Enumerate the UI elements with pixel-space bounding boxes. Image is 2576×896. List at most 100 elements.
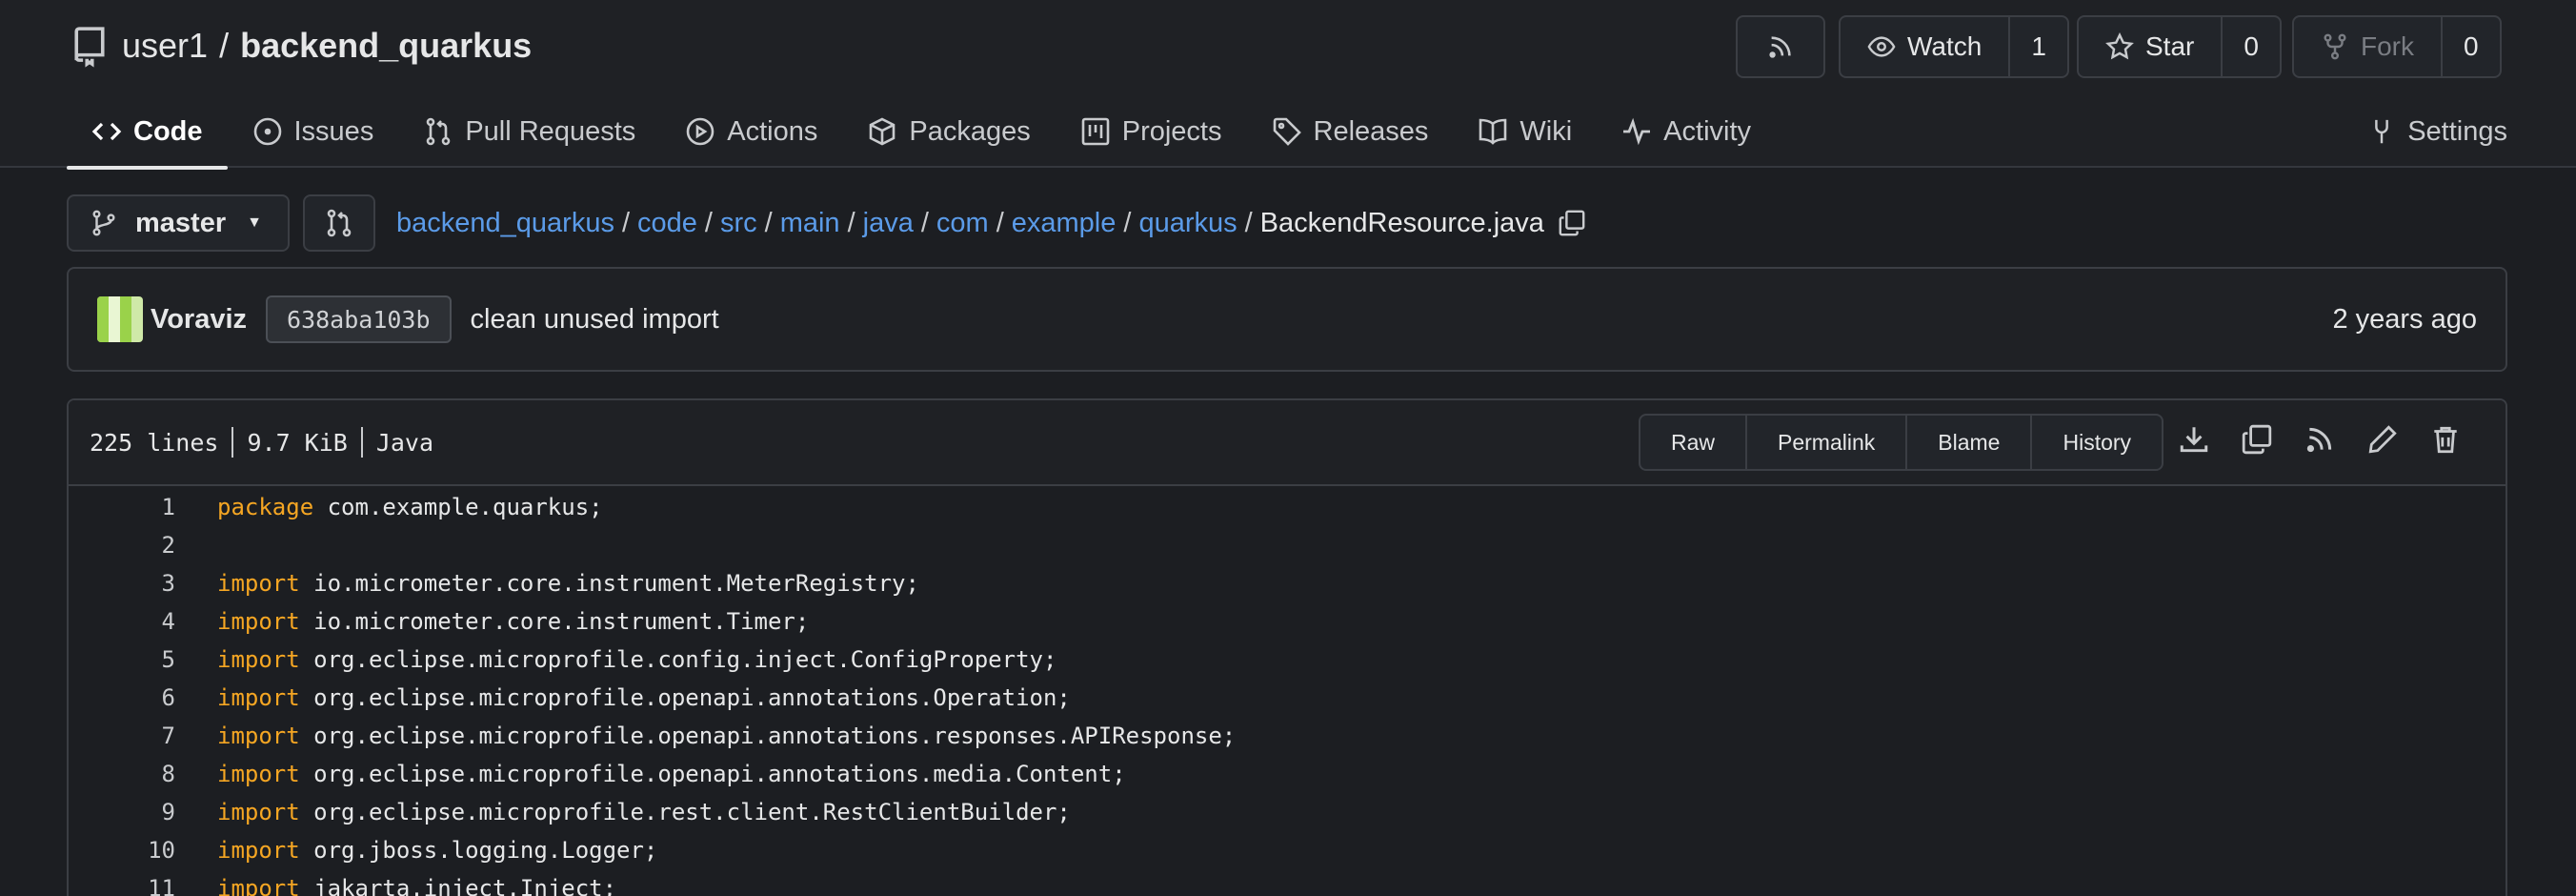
- tab-issues[interactable]: Issues: [228, 95, 399, 168]
- code-rest: org.eclipse.microprofile.openapi.annotat…: [299, 761, 1126, 787]
- line-number[interactable]: 1: [69, 494, 175, 520]
- play-icon: [686, 117, 714, 146]
- code-keyword: import: [217, 761, 300, 787]
- raw-button[interactable]: Raw: [1640, 416, 1745, 469]
- tab-settings[interactable]: Settings: [2367, 95, 2507, 168]
- watch-count[interactable]: 1: [2031, 31, 2046, 62]
- tab-actions[interactable]: Actions: [660, 95, 842, 168]
- copy-icon[interactable]: [2241, 423, 2273, 456]
- line-number[interactable]: 11: [69, 875, 175, 896]
- tab-releases[interactable]: Releases: [1247, 95, 1454, 168]
- code-keyword: import: [217, 723, 300, 749]
- breadcrumb-link[interactable]: com: [936, 208, 989, 239]
- code-rest: io.micrometer.core.instrument.Timer;: [299, 608, 810, 635]
- repo-separator: /: [219, 26, 230, 65]
- code-icon: [91, 122, 122, 141]
- breadcrumb-link[interactable]: quarkus: [1138, 208, 1237, 239]
- tab-wiki[interactable]: Wiki: [1453, 95, 1597, 168]
- line-number[interactable]: 4: [69, 608, 175, 635]
- code-line: 9 import org.eclipse.microprofile.rest.cl…: [69, 793, 2506, 831]
- star-count[interactable]: 0: [2244, 31, 2259, 62]
- code-line: 10 import org.jboss.logging.Logger;: [69, 831, 2506, 869]
- breadcrumb-link[interactable]: java: [863, 208, 914, 239]
- tab-projects[interactable]: Projects: [1056, 95, 1247, 168]
- rss-icon[interactable]: [2304, 423, 2336, 456]
- star-label: Star: [2145, 31, 2195, 61]
- avatar[interactable]: [97, 296, 143, 342]
- line-number[interactable]: 9: [69, 799, 175, 825]
- wrench-icon: [2375, 119, 2389, 144]
- code-body: 1 package com.example.quarkus; 2 3 import io…: [69, 486, 2506, 896]
- breadcrumb-separator: /: [764, 207, 773, 238]
- tab-label: Actions: [727, 115, 818, 147]
- breadcrumb-separator: /: [847, 207, 855, 238]
- watch-label: Watch: [1907, 31, 1982, 61]
- code-keyword: import: [217, 799, 300, 825]
- divider: [231, 427, 234, 458]
- fork-count: 0: [2464, 31, 2479, 61]
- code-line: 3 import io.micrometer.core.instrument.Me…: [69, 564, 2506, 602]
- star-button[interactable]: Star 0: [2077, 15, 2282, 78]
- code-keyword: import: [217, 837, 300, 864]
- code-line: 1 package com.example.quarkus;: [69, 488, 2506, 526]
- commit-sha-link[interactable]: 638aba103b: [266, 295, 452, 343]
- file-header: 225 lines 9.7 KiB Java Raw Permalink Bla…: [69, 400, 2506, 486]
- line-number[interactable]: 6: [69, 684, 175, 711]
- breadcrumb-separator: /: [1123, 207, 1132, 238]
- repo-icon: [74, 27, 105, 68]
- breadcrumb-link[interactable]: example: [1012, 208, 1117, 239]
- breadcrumb-link[interactable]: backend_quarkus: [396, 208, 614, 239]
- line-number[interactable]: 7: [69, 723, 175, 749]
- line-number[interactable]: 5: [69, 646, 175, 673]
- tab-packages[interactable]: Packages: [842, 95, 1055, 168]
- settings-label: Settings: [2407, 115, 2507, 147]
- branch-icon: [92, 210, 115, 236]
- repo-name-link[interactable]: backend_quarkus: [240, 26, 532, 66]
- line-number[interactable]: 8: [69, 761, 175, 787]
- edit-icon[interactable]: [2366, 423, 2399, 456]
- code-text: import io.micrometer.core.instrument.Tim…: [217, 608, 809, 635]
- breadcrumb-file: BackendResource.java: [1259, 207, 1544, 238]
- permalink-button[interactable]: Permalink: [1745, 416, 1905, 469]
- breadcrumb-link[interactable]: src: [720, 208, 757, 239]
- tab-label: Projects: [1121, 115, 1222, 147]
- line-number[interactable]: 10: [69, 837, 175, 864]
- code-line: 5 import org.eclipse.microprofile.config.…: [69, 641, 2506, 679]
- compare-button[interactable]: [303, 194, 375, 252]
- tab-activity[interactable]: Activity: [1597, 95, 1776, 168]
- copy-path-icon[interactable]: [1558, 209, 1586, 237]
- blame-button[interactable]: Blame: [1905, 416, 2030, 469]
- tab-pull-requests[interactable]: Pull Requests: [398, 95, 660, 168]
- rss-button[interactable]: [1736, 15, 1825, 78]
- rss-icon: [1769, 36, 1791, 58]
- code-text: import org.eclipse.microprofile.config.i…: [217, 646, 1057, 673]
- trash-icon[interactable]: [2429, 423, 2462, 456]
- code-text: import org.jboss.logging.Logger;: [217, 837, 657, 864]
- tab-code[interactable]: Code: [67, 95, 228, 170]
- code-text: package com.example.quarkus;: [217, 494, 603, 520]
- breadcrumb-link[interactable]: main: [780, 208, 840, 239]
- repo-tabs: Code Issues Pull Requests Actions Packag…: [67, 95, 1776, 170]
- line-number[interactable]: 2: [69, 532, 175, 559]
- breadcrumb-separator: /: [1244, 207, 1253, 238]
- history-button[interactable]: History: [2030, 416, 2162, 469]
- eye-icon: [1867, 36, 1896, 57]
- watch-button[interactable]: Watch 1: [1839, 15, 2069, 78]
- repo-owner-link[interactable]: user1: [122, 26, 208, 66]
- fork-label: Fork: [2361, 31, 2414, 61]
- code-text: import org.eclipse.microprofile.openapi.…: [217, 723, 1236, 749]
- breadcrumb-separator: /: [704, 207, 713, 238]
- commit-time: 2 years ago: [2332, 303, 2477, 335]
- line-number[interactable]: 3: [69, 570, 175, 597]
- commit-author-link[interactable]: Voraviz: [151, 304, 247, 336]
- code-text: import org.eclipse.microprofile.openapi.…: [217, 761, 1126, 787]
- download-icon[interactable]: [2178, 423, 2210, 456]
- star-icon: [2105, 32, 2134, 60]
- breadcrumb-link[interactable]: code: [637, 208, 697, 239]
- code-rest: com.example.quarkus;: [313, 494, 603, 520]
- branch-selector[interactable]: master ▼: [67, 194, 290, 252]
- file-info: 225 lines 9.7 KiB Java: [90, 427, 433, 458]
- commit-message[interactable]: clean unused import: [471, 304, 719, 336]
- code-line: 2: [69, 526, 2506, 564]
- chevron-down-icon: ▼: [247, 214, 262, 231]
